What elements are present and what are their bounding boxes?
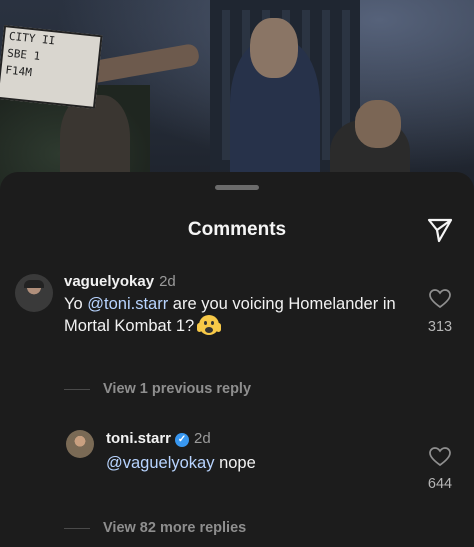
view-replies-button[interactable]: View 82 more replies bbox=[103, 520, 246, 536]
username-text[interactable]: vaguelyokay bbox=[64, 273, 154, 290]
avatar[interactable] bbox=[15, 274, 53, 312]
mention-link[interactable]: @toni.starr bbox=[87, 295, 168, 313]
comment-text-part: Yo bbox=[64, 295, 88, 313]
verified-badge-icon: ✓ bbox=[175, 433, 190, 447]
reply-line bbox=[64, 389, 90, 390]
photo-person-head bbox=[355, 100, 401, 148]
clapperboard: CITY II SBE 1 F14M bbox=[0, 25, 103, 109]
username-text[interactable]: toni.starr bbox=[106, 430, 171, 447]
heart-icon[interactable] bbox=[429, 447, 451, 467]
screaming-face-emoji-icon bbox=[196, 315, 219, 335]
comment-username[interactable]: vaguelyokay 2d bbox=[64, 273, 176, 290]
comment-username[interactable]: toni.starr ✓ 2d bbox=[106, 430, 211, 447]
share-send-icon[interactable] bbox=[426, 216, 454, 244]
post-photo: CITY II SBE 1 F14M bbox=[0, 0, 474, 200]
heart-icon[interactable] bbox=[429, 289, 451, 309]
comments-sheet: Comments vaguelyokay 2d Yo @toni.starr ar… bbox=[0, 172, 474, 547]
view-replies-button[interactable]: View 1 previous reply bbox=[103, 381, 251, 397]
comment-age: 2d bbox=[159, 273, 176, 290]
avatar[interactable] bbox=[66, 430, 94, 458]
comment-text: Yo @toni.starr are you voicing Homelande… bbox=[64, 293, 414, 337]
mention-link[interactable]: @vaguelyokay bbox=[106, 454, 214, 472]
reply-line bbox=[64, 528, 90, 529]
drag-handle[interactable] bbox=[215, 185, 259, 190]
like-count: 644 bbox=[427, 476, 453, 492]
like-count: 313 bbox=[427, 319, 453, 335]
comment-age: 2d bbox=[194, 430, 211, 447]
photo-person-head bbox=[250, 18, 298, 78]
comment-text-part: nope bbox=[214, 454, 256, 472]
comment-text: @vaguelyokay nope bbox=[106, 452, 406, 474]
page-title: Comments bbox=[187, 219, 287, 240]
